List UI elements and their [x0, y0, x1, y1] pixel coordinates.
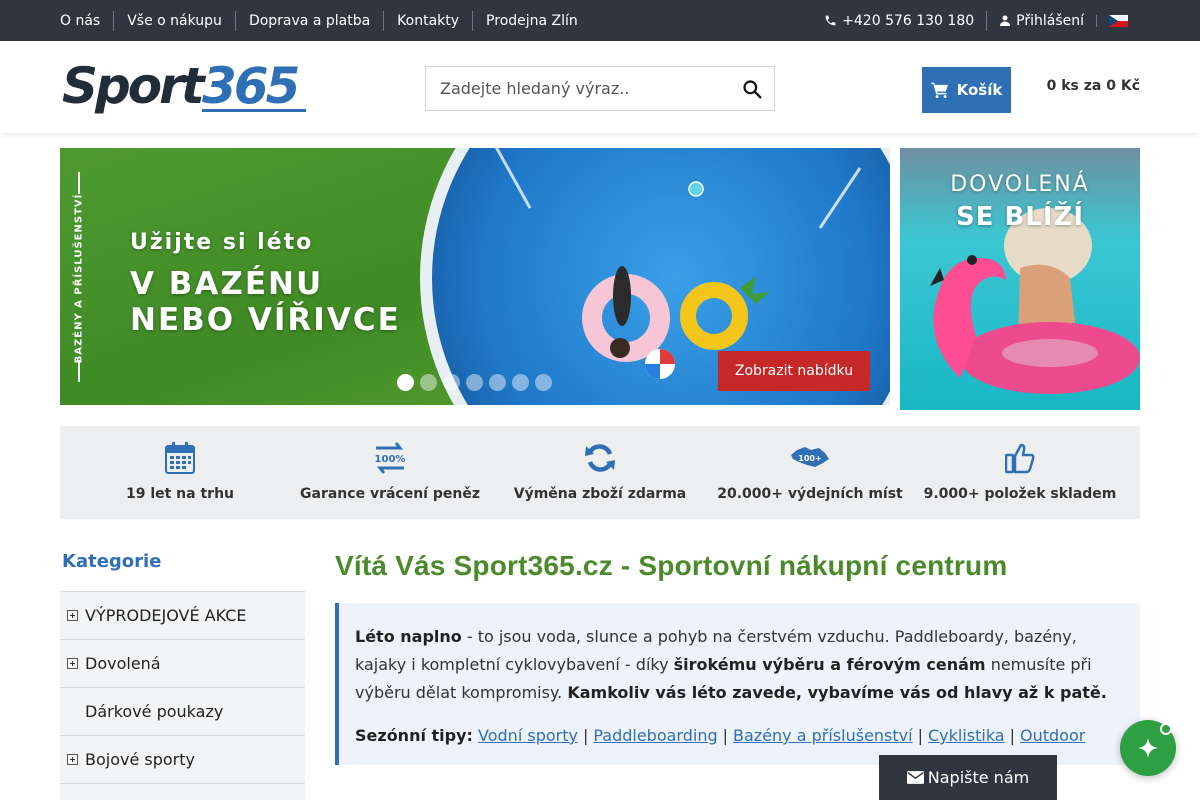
- usp-item-pickup-points: 100+ 20.000+ výdejních míst: [705, 426, 915, 519]
- tips-label: Sezónní tipy:: [355, 726, 473, 745]
- tip-link-paddleboarding[interactable]: Paddleboarding: [593, 726, 717, 745]
- cart-label: Košík: [956, 81, 1003, 99]
- map-cz-icon: 100+: [791, 447, 829, 467]
- online-indicator: [1160, 723, 1172, 735]
- expand-plus-icon[interactable]: [67, 754, 78, 765]
- usp-label-exchange: Výměna zboží zdarma: [513, 486, 687, 502]
- topnav-link-kontakty[interactable]: Kontakty: [383, 10, 472, 31]
- expand-plus-icon[interactable]: [67, 610, 78, 621]
- promo-banner[interactable]: DOVOLENÁ SE BLÍŽÍ: [900, 148, 1140, 410]
- search-box: [425, 66, 775, 111]
- logo-text-365: 365: [202, 57, 299, 115]
- intro-bold-3: Kamkoliv vás léto zavede, vybavíme vás o…: [567, 683, 1107, 702]
- category-item-dovolena[interactable]: Dovolená: [60, 640, 305, 688]
- carousel-dot[interactable]: [420, 374, 437, 391]
- sidebar-title: Kategorie: [62, 551, 162, 572]
- top-bar: O nás Vše o nákupu Doprava a platba Kont…: [0, 0, 1200, 41]
- login-label: Přihlášení: [1016, 12, 1084, 29]
- calendar-icon: [165, 442, 195, 474]
- hero-cta-button[interactable]: Zobrazit nabídku: [718, 351, 870, 391]
- intro-text: Léto naplno - to jsou voda, slunce a poh…: [355, 623, 1124, 707]
- sparkle-icon: [1137, 737, 1159, 759]
- category-label: Bojové sporty: [85, 750, 195, 769]
- tip-link-outdoor[interactable]: Outdoor: [1020, 726, 1085, 745]
- carousel-dot[interactable]: [443, 374, 460, 391]
- category-label: VÝPRODEJOVÉ AKCE: [85, 606, 247, 625]
- topnav-link-doprava-a-platba[interactable]: Doprava a platba: [234, 10, 383, 31]
- category-item-vyprodejove-akce[interactable]: VÝPRODEJOVÉ AKCE: [60, 592, 305, 640]
- hero-headline-big: V BAZÉNU NEBO VÍŘIVCE: [130, 266, 401, 338]
- carousel-dots: [397, 374, 558, 391]
- topnav-link-vse-o-nakupu[interactable]: Vše o nákupu: [113, 10, 235, 31]
- phone-link[interactable]: +420 576 130 180: [812, 11, 986, 31]
- top-nav: O nás Vše o nákupu Doprava a platba Kont…: [60, 0, 591, 41]
- phone-number: +420 576 130 180: [842, 12, 975, 29]
- hero-headline-small: Užijte si léto: [130, 230, 314, 255]
- hero-headline-line2: NEBO VÍŘIVCE: [130, 302, 401, 338]
- search-button[interactable]: [730, 67, 774, 110]
- usp-item-exchange: Výměna zboží zdarma: [495, 426, 705, 519]
- header: Sport 365 Košík 0 ks za 0 Kč: [0, 41, 1200, 133]
- carousel-dot[interactable]: [512, 374, 529, 391]
- hero-headline-line1: V BAZÉNU: [130, 266, 324, 302]
- hero-banner[interactable]: BAZÉNY A PŘÍSLUŠENSTVÍ Užijte si léto V …: [60, 148, 890, 405]
- search-icon: [743, 79, 762, 99]
- category-label: Dovolená: [85, 654, 161, 673]
- usp-label-years: 19 let na trhu: [125, 486, 235, 502]
- cart-button[interactable]: Košík: [922, 67, 1011, 113]
- logo-text-sport: Sport: [62, 57, 207, 115]
- thumbs-up-icon: [1005, 443, 1035, 474]
- user-icon: [1000, 15, 1011, 26]
- money-back-icon: 100%: [375, 442, 406, 474]
- language-switch[interactable]: [1096, 14, 1140, 27]
- cs-flag-icon: [1109, 14, 1128, 27]
- usp-label-pickup-points: 20.000+ výdejních míst: [717, 486, 903, 502]
- hero-side-label: BAZÉNY A PŘÍSLUŠENSTVÍ: [73, 193, 85, 363]
- envelope-icon: [906, 771, 924, 784]
- carousel-dot[interactable]: [397, 374, 414, 391]
- chat-assistant-button[interactable]: [1120, 720, 1176, 776]
- login-link[interactable]: Přihlášení: [986, 10, 1096, 31]
- svg-text:100+: 100+: [798, 454, 821, 463]
- phone-icon: [825, 15, 836, 26]
- carousel-dot[interactable]: [535, 374, 552, 391]
- cart-icon: [930, 82, 948, 98]
- topnav-link-prodejna-zlin[interactable]: Prodejna Zlín: [472, 10, 591, 31]
- tip-link-vodni-sporty[interactable]: Vodní sporty: [478, 726, 578, 745]
- expand-plus-icon[interactable]: [67, 658, 78, 669]
- page-title: Vítá Vás Sport365.cz - Sportovní nákupní…: [335, 550, 1008, 581]
- carousel-dot[interactable]: [489, 374, 506, 391]
- seasonal-tips: Sezónní tipy: Vodní sporty | Paddleboardin…: [355, 726, 1086, 745]
- category-item-darkove-poukazy[interactable]: Dárkové poukazy: [60, 688, 305, 736]
- usp-item-stock: 9.000+ položek skladem: [915, 426, 1125, 519]
- site-logo[interactable]: Sport 365: [60, 57, 312, 119]
- search-input[interactable]: [426, 67, 730, 110]
- tip-link-bazeny[interactable]: Bazény a příslušenství: [733, 726, 913, 745]
- usp-strip: 19 let na trhu 100% Garance vrácení peně…: [60, 426, 1140, 519]
- intro-box: Léto naplno - to jsou voda, slunce a poh…: [335, 603, 1140, 765]
- intro-bold-1: Léto naplno: [355, 627, 462, 646]
- promo-line2: SE BLÍŽÍ: [955, 202, 1085, 232]
- topnav-link-o-nas[interactable]: O nás: [60, 11, 113, 31]
- exchange-icon: [585, 444, 615, 472]
- usp-item-years: 19 let na trhu: [75, 426, 285, 519]
- cart-summary[interactable]: 0 ks za 0 Kč: [1047, 78, 1140, 94]
- top-right: +420 576 130 180 Přihlášení: [812, 0, 1140, 41]
- chat-bar-button[interactable]: Napište nám: [879, 755, 1057, 800]
- usp-label-money-back: Garance vrácení peněz: [300, 486, 480, 502]
- promo-line1: DOVOLENÁ: [950, 172, 1090, 197]
- usp-label-stock: 9.000+ položek skladem: [923, 486, 1117, 502]
- category-item-next[interactable]: [60, 784, 305, 800]
- svg-text:100%: 100%: [375, 454, 406, 465]
- category-label: Dárkové poukazy: [85, 702, 224, 721]
- intro-bold-2: širokému výběru a férovým cenám: [673, 655, 986, 674]
- tip-link-cyklistika[interactable]: Cyklistika: [928, 726, 1005, 745]
- category-list: VÝPRODEJOVÉ AKCE Dovolená Dárkové poukaz…: [60, 591, 305, 800]
- category-item-bojove-sporty[interactable]: Bojové sporty: [60, 736, 305, 784]
- chat-bar-label: Napište nám: [927, 768, 1030, 787]
- carousel-dot[interactable]: [466, 374, 483, 391]
- usp-item-money-back: 100% Garance vrácení peněz: [285, 426, 495, 519]
